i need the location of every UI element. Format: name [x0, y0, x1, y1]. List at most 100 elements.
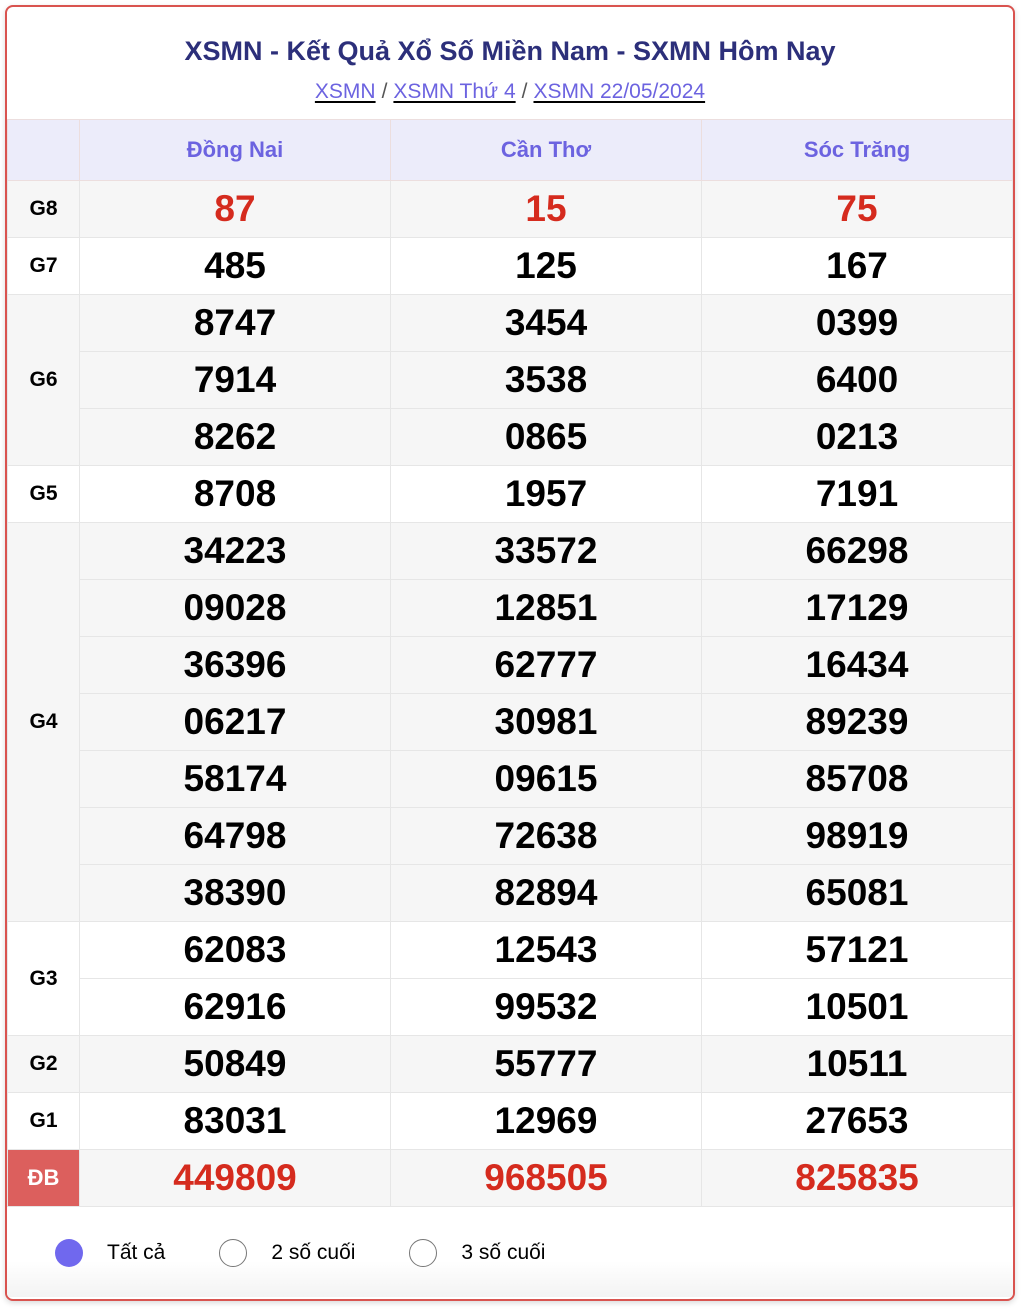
digit-filter-radio-group: Tất cả 2 số cuối 3 số cuối — [55, 1239, 599, 1267]
prize-number: 0399 — [701, 294, 1013, 352]
prize-number: 62083 — [79, 921, 391, 979]
prize-number: 64798 — [79, 807, 391, 865]
prize-label: G1 — [7, 1092, 80, 1150]
table-row: G2 50849 55777 10511 — [7, 1035, 1013, 1093]
results-card: XSMN - Kết Quả Xổ Số Miền Nam - SXMN Hôm… — [5, 5, 1015, 1301]
prize-number: 0865 — [390, 408, 702, 466]
page-title: XSMN - Kết Quả Xổ Số Miền Nam - SXMN Hôm… — [184, 36, 836, 66]
prize-number: 99532 — [390, 978, 702, 1036]
prize-number: 82894 — [390, 864, 702, 922]
header-empty-cell — [7, 119, 80, 181]
filter-bar: Tất cả 2 số cuối 3 số cuối — [7, 1207, 1013, 1297]
prize-number: 89239 — [701, 693, 1013, 751]
table-row: G6 8747 3454 0399 — [7, 294, 1013, 466]
province-header[interactable]: Cần Thơ — [390, 119, 702, 181]
prize-label: G3 — [7, 921, 80, 1036]
breadcrumb-xsmn-date[interactable]: XSMN 22/05/2024 — [533, 80, 705, 103]
breadcrumb-separator: / — [381, 80, 388, 103]
prize-label: G8 — [7, 180, 80, 238]
prize-number: 8708 — [79, 465, 391, 523]
table-row: 62916 99532 10501 — [8, 978, 1013, 1036]
prize-number: 33572 — [390, 522, 702, 580]
radio-unchecked-icon[interactable] — [409, 1239, 438, 1267]
breadcrumb: XSMN / XSMN Thứ 4/XSMN 22/05/2024 — [7, 79, 1013, 105]
radio-checked-icon[interactable] — [55, 1239, 83, 1267]
prize-number: 87 — [79, 180, 391, 238]
filter-radio-option[interactable]: Tất cả — [55, 1239, 165, 1267]
table-row: G8 87 15 75 — [7, 180, 1013, 238]
prize-number: 0213 — [701, 408, 1013, 466]
prize-number: 8747 — [79, 294, 391, 352]
province-header: Sóc Trăng — [701, 119, 1013, 181]
table-row: G5 8708 1957 7191 — [7, 465, 1013, 523]
prize-number: 62916 — [79, 978, 391, 1036]
breadcrumb-separator: / — [521, 80, 528, 103]
prize-label: G6 — [7, 294, 80, 466]
radio-unchecked-icon[interactable] — [219, 1239, 248, 1267]
prize-label: G2 — [7, 1035, 80, 1093]
results-body: G8 87 15 75 G7 485 125 167 G6 8747 3454 0399 7914 353… — [7, 180, 1013, 1207]
prize-number: 75 — [701, 180, 1013, 238]
filter-radio-option[interactable]: 3 số cuối — [409, 1239, 545, 1267]
filter-radio-label[interactable]: 3 số cuối — [461, 1241, 545, 1265]
prize-number: 17129 — [701, 579, 1013, 637]
table-row: 58174 09615 85708 — [8, 750, 1013, 808]
prize-number: 7914 — [79, 351, 391, 409]
prize-number: 38390 — [79, 864, 391, 922]
prize-label: G7 — [7, 237, 80, 295]
prize-number: 15 — [390, 180, 702, 238]
prize-number: 06217 — [79, 693, 391, 751]
prize-number: 125 — [390, 237, 702, 295]
header: XSMN - Kết Quả Xổ Số Miền Nam - SXMN Hôm… — [7, 7, 1013, 119]
prize-number: 85708 — [701, 750, 1013, 808]
prize-number: 98919 — [701, 807, 1013, 865]
prize-number: 485 — [79, 237, 391, 295]
breadcrumb-xsmn[interactable]: XSMN — [315, 80, 376, 103]
province-header[interactable]: Đồng Nai — [79, 119, 391, 181]
table-row: 8262 0865 0213 — [8, 408, 1013, 466]
table-row: G4 34223 33572 66298 — [7, 522, 1013, 922]
filter-radio-label[interactable]: Tất cả — [107, 1241, 165, 1265]
prize-number: 16434 — [701, 636, 1013, 694]
table-row: 09028 12851 17129 — [8, 579, 1013, 637]
prize-number: 6400 — [701, 351, 1013, 409]
prize-number: 72638 — [390, 807, 702, 865]
prize-number: 8262 — [79, 408, 391, 466]
prize-number: 449809 — [79, 1149, 391, 1207]
prize-label: G5 — [7, 465, 80, 523]
prize-number: 57121 — [701, 921, 1013, 979]
table-row: 7914 3538 6400 — [8, 351, 1013, 409]
table-row: ĐB 449809 968505 825835 — [7, 1149, 1013, 1207]
prize-number: 968505 — [390, 1149, 702, 1207]
filter-radio-option[interactable]: 2 số cuối — [219, 1239, 355, 1267]
prize-number: 34223 — [79, 522, 391, 580]
prize-number: 83031 — [79, 1092, 391, 1150]
prize-number: 62777 — [390, 636, 702, 694]
prize-number: 12851 — [390, 579, 702, 637]
prize-number: 55777 — [390, 1035, 702, 1093]
prize-number: 50849 — [79, 1035, 391, 1093]
prize-number: 58174 — [79, 750, 391, 808]
table-row: G3 62083 12543 57121 — [7, 921, 1013, 1036]
prize-number: 7191 — [701, 465, 1013, 523]
table-row: G1 83031 12969 27653 — [7, 1092, 1013, 1150]
prize-label: G4 — [7, 522, 80, 922]
prize-number: 27653 — [701, 1092, 1013, 1150]
prize-number: 66298 — [701, 522, 1013, 580]
table-row: 06217 30981 89239 — [8, 693, 1013, 751]
prize-number: 09028 — [79, 579, 391, 637]
prize-number: 12543 — [390, 921, 702, 979]
table-row: 38390 82894 65081 — [8, 864, 1013, 922]
results-table: Đồng Nai Cần Thơ Sóc Trăng G8 87 15 75 G7 485… — [7, 119, 1013, 1207]
prize-number: 1957 — [390, 465, 702, 523]
prize-number: 10511 — [701, 1035, 1013, 1093]
breadcrumb-xsmn-thu-4[interactable]: XSMN Thứ 4 — [393, 80, 515, 103]
filter-radio-label[interactable]: 2 số cuối — [271, 1241, 355, 1265]
prize-number: 09615 — [390, 750, 702, 808]
prize-number: 30981 — [390, 693, 702, 751]
table-row: G7 485 125 167 — [7, 237, 1013, 295]
prize-number: 12969 — [390, 1092, 702, 1150]
prize-number: 65081 — [701, 864, 1013, 922]
prize-number: 167 — [701, 237, 1013, 295]
prize-number: 36396 — [79, 636, 391, 694]
